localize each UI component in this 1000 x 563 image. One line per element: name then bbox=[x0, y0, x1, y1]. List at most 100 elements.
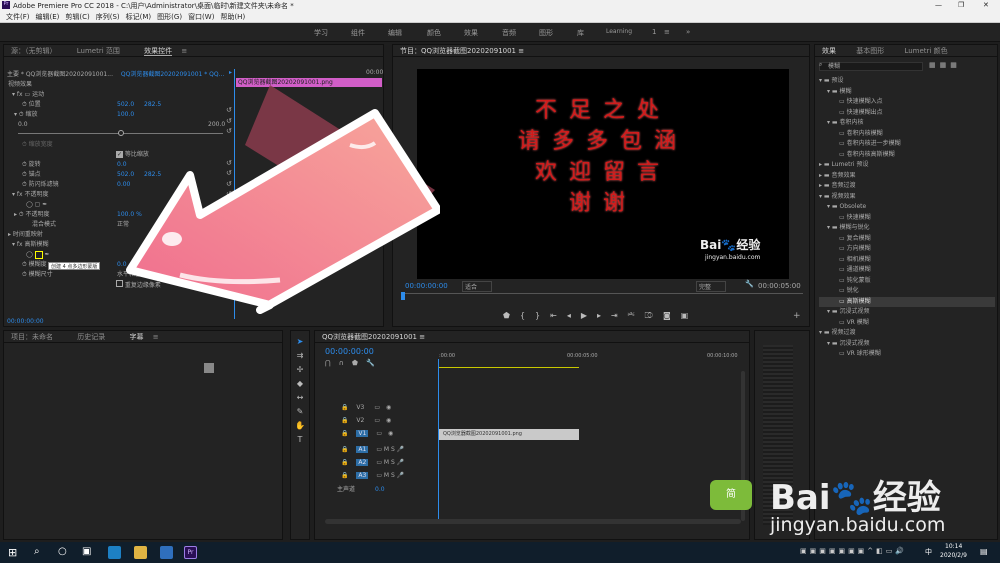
fx-item[interactable]: ▭ VR 球形模糊 bbox=[819, 349, 995, 360]
premiere-taskbar-icon[interactable]: Pr bbox=[184, 546, 197, 559]
ws-audio[interactable]: 音频 bbox=[502, 28, 516, 38]
minimize-button[interactable]: — bbox=[935, 1, 942, 9]
fx-item[interactable]: ▭ 方向模糊 bbox=[819, 244, 995, 255]
track-v3[interactable]: V3 bbox=[356, 404, 364, 411]
sync-icon[interactable]: ▭ M S 🎤 bbox=[376, 459, 404, 466]
fx-folder[interactable]: ▾ ▬ 视频过渡 bbox=[819, 328, 995, 339]
fx-folder[interactable]: ▾ ▬ 视频效果 bbox=[819, 192, 995, 203]
fx-folder[interactable]: ▸ ▬ 音频效果 bbox=[819, 171, 995, 182]
clock-date[interactable]: 2020/2/9 bbox=[940, 552, 967, 559]
lock-icon[interactable]: 🔒 bbox=[341, 472, 350, 479]
menu-file[interactable]: 文件(F) bbox=[6, 11, 30, 23]
fx-item[interactable]: ▭ 卷积内核进一步模糊 bbox=[819, 139, 995, 150]
snap-icon[interactable]: ⋂ bbox=[325, 359, 339, 367]
tab-source[interactable]: 源：（无剪辑） bbox=[11, 47, 57, 55]
razor-tool-icon[interactable]: ◆ bbox=[291, 377, 309, 391]
fx-item[interactable]: ▭ 锐化 bbox=[819, 286, 995, 297]
stopwatch-icon[interactable]: ⏱ bbox=[22, 271, 29, 278]
ws-overflow-icon[interactable]: » bbox=[686, 28, 690, 36]
track-a3[interactable]: A3 bbox=[356, 472, 369, 479]
add-button[interactable]: + bbox=[793, 311, 801, 321]
sync-icon[interactable]: ▭ bbox=[374, 417, 380, 424]
explorer-icon[interactable] bbox=[134, 546, 147, 559]
stopwatch-icon[interactable]: ⏱ bbox=[22, 181, 29, 188]
stopwatch-icon[interactable]: ⏱ bbox=[22, 101, 29, 108]
mark-out-button[interactable]: } bbox=[535, 311, 550, 320]
quality-select[interactable]: 完整 bbox=[696, 281, 727, 292]
fx-item[interactable]: ▭ 通道模糊 bbox=[819, 265, 995, 276]
stopwatch-icon[interactable]: ⏱ bbox=[22, 161, 29, 168]
lock-icon[interactable]: 🔒 bbox=[341, 430, 350, 437]
search-icon[interactable]: ⌕ bbox=[34, 546, 40, 557]
track-a1[interactable]: A1 bbox=[356, 446, 369, 453]
menu-clip[interactable]: 剪辑(C) bbox=[65, 11, 89, 23]
ripple-edit-icon[interactable]: ✢ bbox=[291, 363, 309, 377]
eye-icon[interactable]: ◉ bbox=[386, 404, 391, 411]
step-forward-button[interactable]: ▸ bbox=[597, 311, 611, 320]
eye-icon[interactable]: ◉ bbox=[388, 430, 393, 437]
edge-icon[interactable] bbox=[108, 546, 121, 559]
maximize-button[interactable]: ❐ bbox=[958, 1, 964, 9]
tab-captions[interactable]: 字幕 bbox=[129, 333, 143, 341]
ellipse-mask-icon[interactable]: ◯ bbox=[26, 251, 35, 258]
stopwatch-icon[interactable]: ⏱ bbox=[22, 261, 29, 268]
fx-item[interactable]: ▭ 钝化蒙版 bbox=[819, 276, 995, 287]
timeline-timecode[interactable]: 00:00:00:00 bbox=[325, 347, 374, 356]
menu-edit[interactable]: 编辑(E) bbox=[36, 11, 60, 23]
timeline-scrollbar[interactable] bbox=[325, 519, 741, 524]
sync-icon[interactable]: ▭ M S 🎤 bbox=[376, 446, 404, 453]
track-v1[interactable]: V1 bbox=[356, 430, 369, 437]
stopwatch-icon[interactable]: ⏱ bbox=[22, 171, 29, 178]
ellipse-mask-icon[interactable]: ◯ bbox=[26, 201, 35, 208]
track-a2[interactable]: A2 bbox=[356, 459, 369, 466]
fx-folder[interactable]: ▾ ▬ 沉浸式视频 bbox=[819, 307, 995, 318]
overwrite-button[interactable]: ⎄ bbox=[644, 311, 662, 320]
close-button[interactable]: ✕ bbox=[983, 1, 989, 9]
fx-item[interactable]: ▭ 相机模糊 bbox=[819, 255, 995, 266]
tray-icons[interactable]: ▣▣▣▣▣▣▣^◧▭🔊 bbox=[800, 547, 907, 555]
marker-button[interactable]: ⬟ bbox=[503, 311, 520, 320]
ws-learning[interactable]: Learning bbox=[606, 28, 632, 35]
fx-item[interactable]: ▭ 卷积内核高斯模糊 bbox=[819, 150, 995, 161]
fx-item[interactable]: ▭ VR 模糊 bbox=[819, 318, 995, 329]
panel-menu-icon[interactable]: ≡ bbox=[153, 333, 159, 341]
effects-filter-icons[interactable]: ▦▦▦ bbox=[929, 61, 961, 69]
tab-effect-controls[interactable]: 效果控件 bbox=[144, 47, 173, 56]
windows-start-icon[interactable]: ⊞ bbox=[8, 546, 17, 559]
menu-help[interactable]: 帮助(H) bbox=[220, 11, 245, 23]
ws-1[interactable]: 1 bbox=[652, 28, 656, 36]
sync-icon[interactable]: ▭ M S 🎤 bbox=[376, 472, 404, 479]
timeline-clip[interactable]: QQ浏览器截图20202091001.png bbox=[439, 429, 579, 440]
fx-folder[interactable]: ▾ ▬ 预设 bbox=[819, 76, 995, 87]
stopwatch-icon[interactable]: ▾ ⏱ bbox=[14, 111, 26, 118]
pen-mask-icon[interactable]: ✒ bbox=[45, 251, 50, 258]
ws-color[interactable]: 颜色 bbox=[427, 28, 441, 38]
fx-item[interactable]: ▭ 快速模糊出点 bbox=[819, 108, 995, 119]
fx-folder[interactable]: ▾ ▬ 模糊 bbox=[819, 87, 995, 98]
ws-graphics[interactable]: 图形 bbox=[539, 28, 553, 38]
panel-menu-icon[interactable]: ≡ bbox=[181, 47, 187, 55]
link-icon[interactable]: ∩ bbox=[339, 359, 352, 367]
tab-effects[interactable]: 效果 bbox=[822, 47, 836, 55]
settings-icon[interactable]: 🔧 bbox=[366, 359, 383, 367]
timeline-tab[interactable]: QQ浏览器截图20202091001 ≡ bbox=[322, 333, 425, 341]
clock-time[interactable]: 10:14 bbox=[945, 543, 962, 550]
ws-learn[interactable]: 学习 bbox=[314, 28, 328, 38]
lock-icon[interactable]: 🔒 bbox=[341, 417, 350, 424]
hand-tool-icon[interactable]: ✋ bbox=[291, 419, 309, 433]
fx-folder[interactable]: ▾ ▬ 沉浸式视频 bbox=[819, 339, 995, 350]
fx-item[interactable]: ▭ 复合模糊 bbox=[819, 234, 995, 245]
stopwatch-icon[interactable]: ▸ ⏱ bbox=[14, 211, 26, 218]
fx-folder[interactable]: ▾ ▬ Obsolete bbox=[819, 202, 995, 213]
fx-item[interactable]: ▭ 快速模糊 bbox=[819, 213, 995, 224]
fx-item[interactable]: ▭ 快速模糊入点 bbox=[819, 97, 995, 108]
type-tool-icon[interactable]: T bbox=[291, 433, 309, 447]
wrench-icon[interactable]: 🔧 bbox=[745, 280, 754, 288]
app-icon[interactable] bbox=[160, 546, 173, 559]
export-frame-icon[interactable]: ◙ bbox=[663, 311, 681, 320]
tab-history[interactable]: 历史记录 bbox=[77, 333, 105, 341]
step-back-button[interactable]: ◂ bbox=[567, 311, 581, 320]
program-timebar[interactable] bbox=[401, 293, 803, 299]
play-button[interactable]: ▶ bbox=[581, 311, 597, 320]
go-in-button[interactable]: ⇤ bbox=[550, 311, 567, 320]
